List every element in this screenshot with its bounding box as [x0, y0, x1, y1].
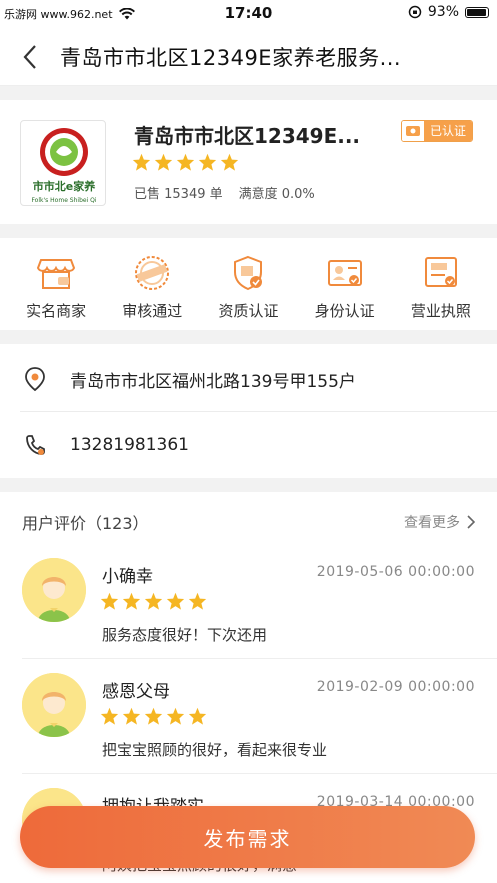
merchant-card: 市市北e家养 Folk's Home Shibei Qi 青岛市市北区12349…: [0, 100, 497, 224]
avatar-figure-icon: [22, 558, 86, 622]
review-rating-stars: [100, 707, 207, 725]
cert-approved[interactable]: 审核通过: [107, 238, 197, 330]
cert-identity[interactable]: 身份认证: [300, 238, 390, 330]
approved-stamp-icon: [135, 256, 170, 290]
star-icon: [100, 592, 119, 610]
review-item: 小确幸 2019-05-06 00:00:00 服务态度很好！下次还用: [0, 544, 497, 658]
review-username: 小确幸: [102, 567, 153, 587]
battery-icon: [465, 6, 489, 18]
id-card-icon: [327, 260, 362, 286]
avatar-figure-icon: [22, 673, 86, 737]
star-icon: [132, 153, 151, 171]
status-bar: 乐游网 www.962.net 17:40 93%: [0, 0, 497, 28]
review-date: 2019-02-09 00:00:00: [316, 679, 475, 695]
battery-percent: 93%: [427, 4, 459, 20]
certification-row: 实名商家 审核通过 资质认证 身份认证 营业执照: [0, 238, 497, 330]
review-content: 把宝宝照顾的很好，看起来很专业: [102, 741, 328, 759]
logo-text: 市市北e家养: [33, 179, 96, 193]
star-icon: [188, 707, 207, 725]
star-icon: [122, 707, 141, 725]
merchant-rating-stars: [132, 153, 239, 171]
review-content: 服务态度很好！下次还用: [102, 626, 268, 644]
logo-en-text: Folk's Home Shibei Qi: [31, 197, 96, 204]
cert-business-license[interactable]: 营业执照: [396, 238, 486, 330]
star-icon: [144, 592, 163, 610]
badge-icon: [401, 121, 424, 141]
star-icon: [198, 153, 217, 171]
review-rating-stars: [100, 592, 207, 610]
cert-real-name[interactable]: 实名商家: [11, 238, 101, 330]
badge-label: 已认证: [423, 121, 472, 141]
cert-label: 审核通过: [122, 302, 183, 320]
address-row[interactable]: 青岛市市北区福州北路139号甲155户: [0, 346, 497, 412]
business-license-icon: [424, 257, 457, 287]
chevron-right-icon: [467, 515, 475, 529]
sold-count: 已售 15349 单: [134, 187, 223, 202]
qualification-shield-icon: [234, 255, 263, 291]
nav-bar: 青岛市市北区12349E家养老服务...: [0, 28, 497, 86]
cert-label: 资质认证: [218, 302, 279, 320]
address-text: 青岛市市北区福州北路139号甲155户: [70, 371, 356, 392]
storefront-icon: [37, 259, 76, 289]
view-more-label: 查看更多: [404, 515, 460, 531]
publish-request-button[interactable]: 发布需求: [20, 806, 475, 868]
star-icon: [220, 153, 239, 171]
phone-row[interactable]: 13281981361: [0, 412, 497, 478]
reviews-header: 用户评价（123） 查看更多: [22, 510, 475, 534]
certified-badge: 已认证: [400, 120, 473, 142]
reviews-title: 用户评价（123）: [22, 514, 149, 533]
satisfaction-rate: 满意度 0.0%: [238, 187, 315, 202]
status-right: 93%: [408, 4, 489, 20]
cert-label: 实名商家: [26, 302, 87, 320]
phone-icon: [0, 433, 70, 457]
merchant-logo: 市市北e家养 Folk's Home Shibei Qi: [20, 120, 106, 206]
cert-qualification[interactable]: 资质认证: [203, 238, 293, 330]
star-icon: [144, 707, 163, 725]
phone-number: 13281981361: [70, 435, 189, 455]
star-icon: [166, 707, 185, 725]
page-title: 青岛市市北区12349E家养老服务...: [60, 45, 402, 70]
merchant-logo-graphic: 市市北e家养 Folk's Home Shibei Qi: [21, 128, 105, 204]
back-button[interactable]: [0, 28, 60, 86]
cert-label: 身份认证: [314, 302, 375, 320]
view-more-link[interactable]: 查看更多: [404, 512, 475, 532]
avatar: [22, 558, 86, 622]
review-date: 2019-05-06 00:00:00: [316, 564, 475, 580]
orientation-lock-icon: [408, 5, 422, 19]
merchant-name: 青岛市市北区12349E...: [134, 124, 361, 148]
star-icon: [188, 592, 207, 610]
star-icon: [100, 707, 119, 725]
merchant-stats: 已售 15349 单 满意度 0.0%: [134, 183, 315, 202]
review-username: 感恩父母: [102, 682, 170, 702]
star-icon: [154, 153, 173, 171]
star-icon: [176, 153, 195, 171]
star-icon: [122, 592, 141, 610]
review-item: 感恩父母 2019-02-09 00:00:00 把宝宝照顾的很好，看起来很专业: [0, 659, 497, 773]
cert-label: 营业执照: [410, 302, 471, 320]
avatar: [22, 673, 86, 737]
star-icon: [166, 592, 185, 610]
publish-label: 发布需求: [203, 826, 292, 851]
chevron-left-icon: [23, 44, 36, 69]
contact-card: 青岛市市北区福州北路139号甲155户 13281981361: [0, 344, 497, 478]
location-pin-icon: [0, 366, 70, 392]
